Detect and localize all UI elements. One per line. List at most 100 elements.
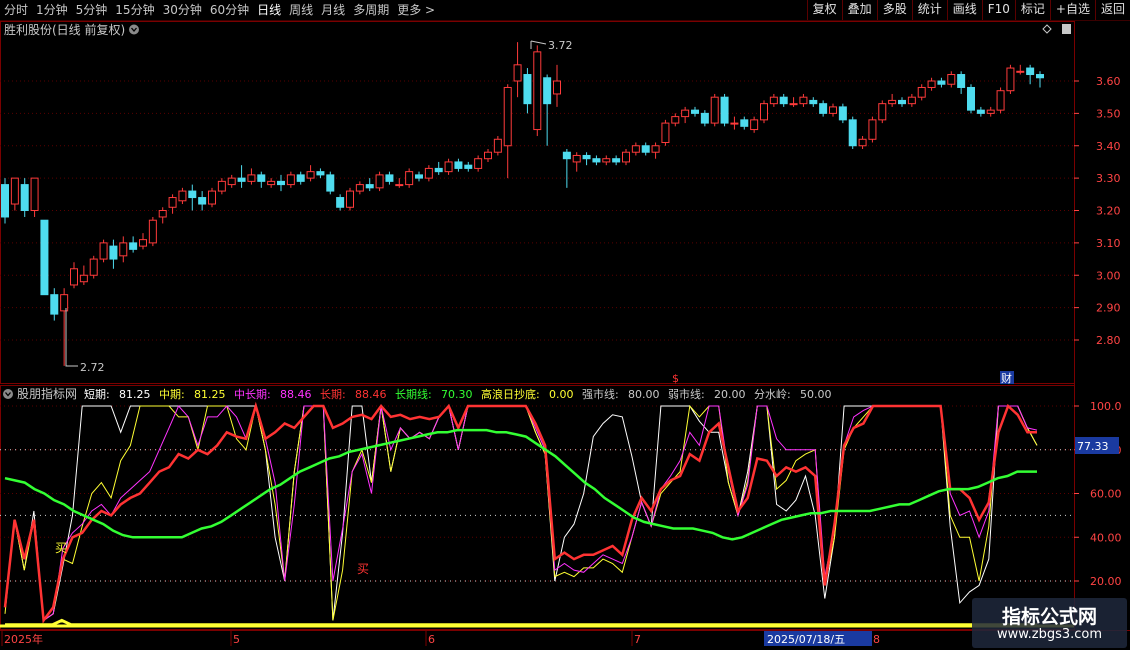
price-tick-label: 3.10 bbox=[1096, 237, 1121, 250]
legend-label-7: 弱市线: bbox=[668, 387, 705, 401]
candle-body bbox=[799, 96, 808, 105]
indicator-axis: 100.080.0060.0040.0020.00 bbox=[1074, 400, 1122, 588]
date-label-4: 8 bbox=[873, 633, 880, 646]
candle-body bbox=[415, 174, 423, 179]
candle-body bbox=[434, 167, 443, 173]
candle-body bbox=[257, 174, 266, 182]
candle-body bbox=[464, 164, 473, 169]
price-tick-label: 3.60 bbox=[1096, 75, 1121, 88]
finance-marker: 财 bbox=[1001, 371, 1012, 385]
candle-body bbox=[779, 96, 788, 105]
candle-body bbox=[553, 80, 561, 95]
indicator-tick-label: 40.00 bbox=[1090, 531, 1122, 544]
candle-body bbox=[129, 242, 138, 250]
indicator-line-3 bbox=[3, 401, 1037, 624]
candle-body bbox=[720, 96, 729, 124]
candle-body bbox=[878, 103, 887, 121]
indicator-line-1 bbox=[4, 404, 1038, 622]
legend-value-0: 81.25 bbox=[119, 388, 151, 401]
candle-body bbox=[572, 154, 581, 163]
price-tick-label: 2.90 bbox=[1096, 302, 1121, 315]
candle-body bbox=[119, 242, 128, 257]
candle-body bbox=[365, 184, 374, 189]
price-tick-label: 2.80 bbox=[1096, 334, 1121, 347]
candle-body bbox=[858, 138, 867, 147]
candle-body bbox=[710, 96, 719, 124]
high-pointer bbox=[530, 40, 547, 49]
candle-body bbox=[750, 119, 759, 131]
candle-body bbox=[424, 167, 433, 179]
legend-label-8: 分水岭: bbox=[754, 387, 791, 401]
candle-body bbox=[760, 103, 768, 121]
candle-body bbox=[592, 158, 601, 163]
candle-body bbox=[168, 197, 177, 208]
candle-body bbox=[927, 80, 936, 88]
candle-body bbox=[967, 86, 975, 111]
candle-body bbox=[503, 86, 512, 147]
candle-body bbox=[346, 190, 354, 208]
candle-body bbox=[700, 112, 709, 124]
panel-toggle-icon[interactable] bbox=[1062, 24, 1071, 34]
candle-body bbox=[691, 109, 699, 114]
candle-body bbox=[1016, 70, 1025, 73]
candle-body bbox=[148, 219, 157, 244]
candle-body bbox=[247, 174, 256, 182]
legend-value-6: 80.00 bbox=[628, 388, 660, 401]
watermark-subtitle: www.zbgs3.com bbox=[996, 627, 1103, 642]
candle-body bbox=[848, 119, 857, 147]
indicator-dropdown-icon[interactable] bbox=[3, 389, 13, 399]
candle-body bbox=[89, 258, 98, 276]
legend-value-1: 81.25 bbox=[194, 388, 226, 401]
candle-body bbox=[188, 190, 197, 199]
candle-body bbox=[60, 294, 69, 312]
legend-value-4: 70.30 bbox=[441, 388, 473, 401]
candle-body bbox=[622, 151, 630, 163]
buy-mark-2: 买 bbox=[357, 562, 369, 576]
candle-body bbox=[30, 177, 39, 211]
candle-body bbox=[405, 171, 414, 186]
price-axis: 3.60 3.50 3.40 3.30 3.20 3.10 3.00 2.90 2.80 bbox=[1074, 75, 1121, 347]
candle-body bbox=[454, 161, 463, 169]
candle-body bbox=[385, 174, 394, 182]
indicator-legend: 短期: 81.25 中期: 81.25 中长期: 88.46 长期: 88.46 长期线: 70.… bbox=[84, 387, 832, 401]
candle-body bbox=[740, 119, 749, 127]
candle-body bbox=[730, 122, 739, 125]
date-label-1: 5 bbox=[233, 633, 240, 646]
candle-body bbox=[562, 151, 571, 160]
candle-body bbox=[227, 177, 236, 186]
diamond-icon[interactable] bbox=[1042, 24, 1052, 34]
candle-body bbox=[543, 77, 552, 105]
candle-body bbox=[286, 174, 295, 186]
cursor-date: 2025/07/18/五 bbox=[767, 633, 845, 646]
low-pointer bbox=[65, 308, 78, 367]
candle-body bbox=[375, 174, 384, 189]
candle-body bbox=[533, 51, 542, 131]
candle-body bbox=[888, 99, 897, 105]
legend-label-2: 中长期: bbox=[234, 388, 271, 401]
event-marker-s[interactable]: $ bbox=[672, 372, 679, 385]
candle-body bbox=[789, 103, 798, 106]
candle-body bbox=[493, 138, 502, 153]
stock-chart[interactable]: 3.60 3.50 3.40 3.30 3.20 3.10 3.00 2.90 2.80 胜利股… bbox=[0, 0, 1130, 650]
candle-body bbox=[306, 171, 315, 179]
candle-body bbox=[139, 239, 147, 247]
legend-label-6: 强市线: bbox=[582, 387, 619, 401]
price-tick-label: 3.30 bbox=[1096, 172, 1121, 185]
candle-body bbox=[1, 184, 9, 218]
candle-body bbox=[838, 106, 847, 121]
candle-body bbox=[612, 158, 621, 163]
candle-body bbox=[208, 190, 216, 205]
indicator-tick-label: 20.00 bbox=[1090, 575, 1122, 588]
dropdown-icon[interactable] bbox=[129, 24, 139, 35]
candle-body bbox=[355, 184, 364, 192]
candle-body bbox=[10, 177, 19, 205]
candle-body bbox=[661, 122, 670, 144]
indicator-tick-label: 60.00 bbox=[1090, 488, 1122, 501]
legend-label-1: 中期: bbox=[159, 388, 185, 401]
indicator-line-0 bbox=[4, 404, 1038, 622]
candle-body bbox=[336, 197, 345, 208]
candle-body bbox=[158, 210, 167, 218]
legend-label-5: 高浪日抄底: bbox=[481, 387, 540, 401]
candle-body bbox=[976, 109, 985, 114]
candle-body bbox=[20, 184, 29, 212]
